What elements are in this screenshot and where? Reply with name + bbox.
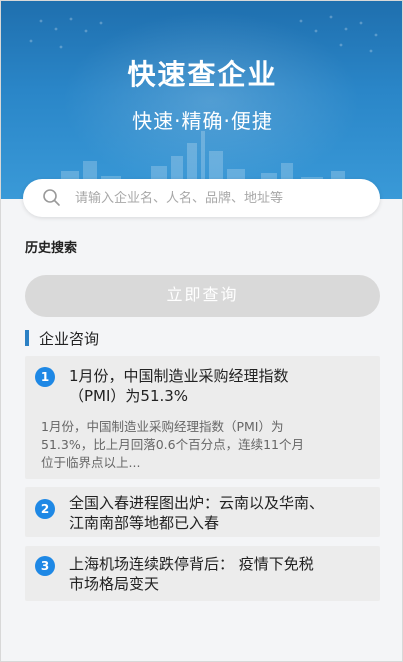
news-title-line: 1月份，中国制造业采购经理指数	[69, 367, 289, 385]
hero-subtitle: 快速·精确·便捷	[132, 109, 273, 133]
news-index-badge: 1	[35, 367, 55, 387]
news-summary-line: 1月份，中国制造业采购经理指数（PMI）为	[41, 419, 284, 434]
news-section-header: 企业咨询	[25, 329, 100, 348]
hero-title: 快速查企业	[127, 58, 278, 91]
search-box[interactable]	[23, 179, 380, 217]
news-index-badge: 3	[35, 556, 55, 576]
news-summary-line: 位于临界点以上...	[41, 455, 141, 470]
section-accent-bar	[25, 330, 29, 346]
news-title-line: 全国入春进程图出炉：云南以及华南、	[69, 494, 325, 512]
news-item[interactable]: 2 全国入春进程图出炉：云南以及华南、 江南南部等地都已入春	[25, 487, 380, 537]
search-now-button[interactable]: 立即查询	[25, 275, 380, 317]
search-icon	[43, 189, 60, 206]
news-item[interactable]: 3 上海机场连续跌停背后： 疫情下免税 市场格局变天	[25, 546, 380, 601]
news-index-badge: 2	[35, 499, 55, 519]
news-section-title: 企业咨询	[39, 329, 100, 348]
news-title-line: 上海机场连续跌停背后： 疫情下免税	[69, 555, 314, 573]
search-history-label: 历史搜索	[25, 241, 78, 256]
news-title-line: （PMI）为51.3%	[69, 387, 189, 405]
news-title-line: 市场格局变天	[69, 575, 160, 593]
news-summary-line: 51.3%，比上月回落0.6个百分点，连续11个月	[41, 437, 304, 452]
news-title-line: 江南南部等地都已入春	[69, 514, 220, 532]
hero-banner: 快速查企业 快速·精确·便捷	[1, 1, 402, 201]
search-input[interactable]	[75, 190, 365, 206]
app-screen: 快速查企业 快速·精确·便捷 历史搜索 立即查询	[0, 0, 403, 662]
news-item[interactable]: 1 1月份，中国制造业采购经理指数 （PMI）为51.3% 1月份，中国制造业采…	[25, 356, 380, 479]
